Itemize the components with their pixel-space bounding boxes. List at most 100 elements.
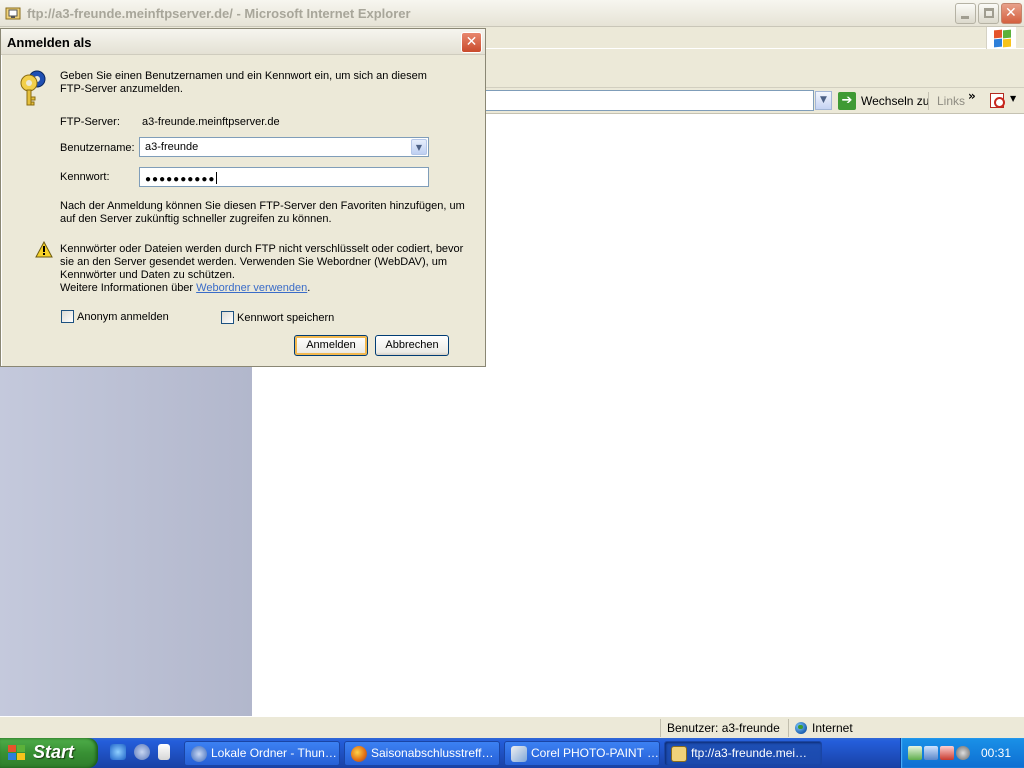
clock[interactable]: 00:31	[981, 746, 1011, 760]
username-value: a3-freunde	[145, 141, 199, 153]
ie-quicklaunch-icon[interactable]	[110, 744, 126, 760]
corel-icon	[511, 746, 527, 762]
flag-quadrant	[17, 745, 25, 752]
flag-quadrant	[8, 745, 16, 752]
more-info-prefix: Weitere Informationen über	[60, 282, 197, 294]
address-dropdown-button[interactable]: ▼	[815, 91, 832, 110]
anonymous-login-label: Anonym anmelden	[77, 310, 169, 323]
windows-logo-icon	[986, 27, 1016, 49]
ftp-folder-icon	[5, 7, 21, 20]
task-label: Corel PHOTO-PAINT …	[531, 746, 660, 760]
task-button-corel[interactable]: Corel PHOTO-PAINT …	[504, 741, 660, 766]
close-icon: ✕	[465, 34, 478, 50]
security-tray-icon[interactable]	[956, 746, 970, 760]
cancel-button[interactable]: Abbrechen	[375, 335, 449, 356]
status-zone: Internet	[788, 719, 1024, 737]
task-button-firefox[interactable]: Saisonabschlusstreff…	[344, 741, 500, 766]
chevron-down-icon: ▼	[1010, 94, 1017, 103]
warning-icon	[35, 241, 53, 258]
chevron-down-icon: ▼	[415, 143, 423, 152]
dialog-title: Anmelden als	[7, 35, 92, 50]
server-label: FTP-Server:	[60, 116, 120, 128]
logo-quadrant	[994, 38, 1002, 48]
more-info-line: Weitere Informationen über Webordner ver…	[60, 282, 463, 295]
intro-text: Geben Sie einen Benutzernamen und ein Ke…	[60, 70, 427, 96]
save-password-label: Kennwort speichern	[237, 311, 335, 324]
more-links-button[interactable]: »	[968, 89, 976, 103]
warning-text: Kennwörter oder Dateien werden durch FTP…	[60, 243, 463, 295]
save-password-option[interactable]: Kennwort speichern	[221, 311, 334, 324]
intro-line: FTP-Server anzumelden.	[60, 83, 183, 95]
go-button[interactable]: ➔ Wechseln zu	[838, 91, 929, 111]
go-arrow-icon: ➔	[838, 92, 856, 110]
warning-line: Kennwörter oder Dateien werden durch FTP…	[60, 243, 464, 255]
username-label: Benutzername:	[60, 142, 135, 154]
links-toolbar-label[interactable]: Links	[937, 94, 965, 108]
thunderbird-icon	[191, 746, 207, 762]
start-button[interactable]: Start	[0, 738, 98, 768]
minimize-button[interactable]	[955, 3, 976, 24]
mail-tray-icon[interactable]	[908, 746, 922, 760]
close-icon: ✕	[1005, 5, 1017, 21]
window-titlebar: ftp://a3-freunde.meinftpserver.de/ - Mic…	[0, 0, 1024, 27]
server-value: a3-freunde.meinftpserver.de	[142, 116, 280, 128]
password-mask: ●●●●●●●●●●	[145, 172, 218, 185]
keys-icon	[20, 70, 46, 106]
flag-quadrant	[17, 753, 25, 760]
login-dialog: Anmelden als ✕ Geben Sie einen Benutzern…	[0, 28, 486, 367]
task-label: Lokale Ordner - Thun…	[211, 746, 337, 760]
settings-quicklaunch-icon[interactable]	[134, 744, 150, 760]
window-title: ftp://a3-freunde.meinftpserver.de/ - Mic…	[27, 6, 411, 21]
ftp-folder-icon	[671, 746, 687, 762]
flag-quadrant	[8, 753, 16, 760]
close-window-button[interactable]: ✕	[1001, 3, 1022, 24]
task-label: Saisonabschlusstreff…	[371, 746, 494, 760]
network-disconnected-icon[interactable]	[940, 746, 954, 760]
password-field[interactable]: ●●●●●●●●●●	[139, 167, 429, 187]
username-combobox[interactable]: a3-freunde ▼	[139, 137, 429, 157]
warning-line: sie an den Server gesendet werden. Verwe…	[60, 256, 448, 268]
toolbar-separator	[928, 92, 929, 110]
login-button[interactable]: Anmelden	[294, 335, 368, 356]
username-dropdown-button[interactable]: ▼	[411, 139, 427, 155]
status-bar: Benutzer: a3-freunde Internet	[0, 716, 1024, 738]
dialog-titlebar: Anmelden als ✕	[1, 29, 485, 55]
webfolder-help-link[interactable]: Webordner verwenden	[196, 282, 307, 294]
volume-tray-icon[interactable]	[924, 746, 938, 760]
dialog-close-button[interactable]: ✕	[461, 32, 482, 53]
address-input[interactable]	[484, 90, 814, 111]
task-button-ftp[interactable]: ftp://a3-freunde.mei…	[664, 741, 822, 766]
intro-line: Geben Sie einen Benutzernamen und ein Ke…	[60, 70, 427, 82]
pdf-convert-button[interactable]: ▼	[988, 92, 1018, 110]
password-label: Kennwort:	[60, 171, 110, 183]
save-password-checkbox[interactable]	[221, 311, 234, 324]
text-cursor	[216, 172, 218, 184]
status-user: Benutzer: a3-freunde	[660, 719, 788, 737]
logo-quadrant	[1003, 29, 1011, 39]
anonymous-login-checkbox[interactable]	[61, 310, 74, 323]
logo-quadrant	[994, 29, 1002, 39]
task-label: ftp://a3-freunde.mei…	[691, 746, 808, 760]
maximize-button[interactable]	[978, 3, 999, 24]
status-zone-label: Internet	[812, 721, 853, 735]
chevron-down-icon: ▼	[820, 95, 827, 105]
logo-quadrant	[1003, 38, 1011, 48]
favorites-line: auf den Server zukünftig schneller zugre…	[60, 213, 332, 225]
document-quicklaunch-icon[interactable]	[158, 744, 170, 760]
warning-line: Kennwörter und Daten zu schützen.	[60, 269, 235, 281]
favorites-text: Nach der Anmeldung können Sie diesen FTP…	[60, 200, 465, 226]
firefox-icon	[351, 746, 367, 762]
task-button-thunderbird[interactable]: Lokale Ordner - Thun…	[184, 741, 340, 766]
minimize-icon	[961, 16, 969, 19]
go-label: Wechseln zu	[861, 94, 930, 108]
taskbar: Start Lokale Ordner - Thun… Saisonabschl…	[0, 738, 1024, 768]
favorites-line: Nach der Anmeldung können Sie diesen FTP…	[60, 200, 465, 212]
maximize-icon	[984, 8, 994, 18]
anonymous-login-option[interactable]: Anonym anmelden	[61, 310, 169, 323]
password-value: ●●●●●●●●●●	[145, 174, 216, 185]
more-info-suffix: .	[307, 282, 311, 294]
start-label: Start	[33, 742, 75, 762]
windows-flag-icon	[8, 745, 26, 761]
pdf-icon	[990, 93, 1005, 108]
globe-icon	[795, 722, 807, 734]
